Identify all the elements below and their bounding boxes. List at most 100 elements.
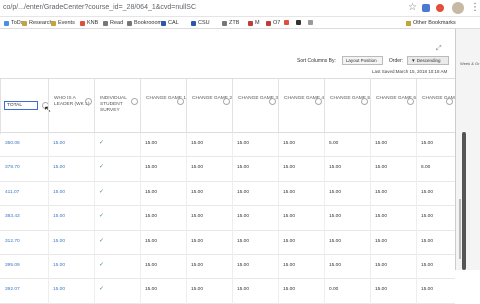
column-header[interactable]: CHANGE GAME 7 bbox=[416, 79, 462, 134]
grade-cell[interactable]: 15.00 bbox=[421, 190, 433, 195]
check-icon[interactable]: ✓ bbox=[99, 261, 104, 268]
bookmark-item[interactable] bbox=[308, 20, 315, 25]
grade-cell[interactable]: 15.00 bbox=[237, 239, 249, 244]
bookmark-item[interactable]: ZTB bbox=[222, 20, 239, 26]
star-icon[interactable]: ☆ bbox=[408, 2, 417, 13]
grade-cell[interactable]: 15.00 bbox=[237, 287, 249, 292]
column-menu-icon[interactable] bbox=[361, 98, 368, 105]
bookmark-item[interactable]: O7 bbox=[266, 20, 280, 26]
grade-cell[interactable]: 312.70 bbox=[5, 239, 20, 244]
bookmark-item[interactable]: Read bbox=[103, 20, 123, 26]
column-menu-icon[interactable] bbox=[223, 98, 230, 105]
grade-cell[interactable]: 15.00 bbox=[145, 165, 157, 170]
bookmark-item[interactable]: Events bbox=[51, 20, 75, 26]
column-menu-icon[interactable] bbox=[407, 98, 414, 105]
grade-cell[interactable]: 6.00 bbox=[421, 165, 430, 170]
grade-cell[interactable]: 15.00 bbox=[145, 239, 157, 244]
grade-cell[interactable]: 15.00 bbox=[191, 239, 203, 244]
grade-cell[interactable]: 15.00 bbox=[283, 287, 295, 292]
grade-cell[interactable]: 15.00 bbox=[421, 141, 433, 146]
menu-icon[interactable]: ⋮ bbox=[470, 2, 480, 13]
grade-cell[interactable]: 15.00 bbox=[191, 190, 203, 195]
grade-cell[interactable]: 15.00 bbox=[283, 190, 295, 195]
grade-cell[interactable]: 15.00 bbox=[191, 214, 203, 219]
grade-cell[interactable]: 15.00 bbox=[421, 214, 433, 219]
grade-cell[interactable]: 15.00 bbox=[375, 214, 387, 219]
grade-cell[interactable]: 15.00 bbox=[237, 165, 249, 170]
grade-cell[interactable]: 15.00 bbox=[53, 190, 65, 195]
extension2-icon[interactable] bbox=[436, 4, 444, 12]
column-menu-icon[interactable] bbox=[446, 98, 453, 105]
vertical-scrollbar[interactable] bbox=[462, 132, 466, 270]
check-icon[interactable]: ✓ bbox=[99, 237, 104, 244]
extension-icon[interactable] bbox=[422, 4, 430, 12]
check-icon[interactable]: ✓ bbox=[99, 188, 104, 195]
grade-cell[interactable]: 411.07 bbox=[5, 190, 19, 195]
column-header[interactable]: CHANGE GAME 2 bbox=[186, 79, 232, 134]
grade-cell[interactable]: 15.00 bbox=[53, 239, 65, 244]
grade-cell[interactable]: 15.00 bbox=[375, 287, 387, 292]
grade-cell[interactable]: 15.00 bbox=[53, 165, 65, 170]
grade-cell[interactable]: 15.00 bbox=[191, 141, 203, 146]
grade-cell[interactable]: 15.00 bbox=[375, 165, 387, 170]
grade-cell[interactable]: 395.09 bbox=[5, 263, 20, 268]
grade-cell[interactable]: 15.00 bbox=[145, 214, 157, 219]
bookmark-item[interactable] bbox=[296, 20, 303, 25]
order-select[interactable]: ▼ Descending bbox=[407, 56, 450, 65]
column-menu-icon[interactable] bbox=[177, 98, 184, 105]
grade-cell[interactable]: 15.00 bbox=[237, 190, 249, 195]
column-header[interactable]: CHANGE GAME 1 bbox=[140, 79, 186, 134]
grade-cell[interactable]: 15.00 bbox=[283, 165, 295, 170]
grade-cell[interactable]: 15.00 bbox=[191, 287, 203, 292]
grade-cell[interactable]: 15.00 bbox=[421, 287, 433, 292]
grade-cell[interactable]: 15.00 bbox=[283, 141, 295, 146]
column-header[interactable]: CHANGE GAME 4 bbox=[278, 79, 324, 134]
bookmark-item[interactable]: CSU bbox=[191, 20, 210, 26]
grade-cell[interactable]: 15.00 bbox=[53, 214, 65, 219]
grade-cell[interactable]: 15.00 bbox=[375, 263, 387, 268]
bookmark-item[interactable]: CAL bbox=[161, 20, 179, 26]
column-menu-icon[interactable] bbox=[315, 98, 322, 105]
grade-cell[interactable]: 15.00 bbox=[329, 239, 341, 244]
address-bar[interactable]: co/p/.../enter/GradeCenter?course_id=_28… bbox=[0, 0, 480, 17]
grade-cell[interactable]: 15.00 bbox=[329, 190, 341, 195]
grade-cell[interactable]: 15.00 bbox=[375, 141, 387, 146]
bookmark-item[interactable]: ToDs bbox=[4, 20, 24, 26]
grade-cell[interactable]: 378.70 bbox=[5, 165, 20, 170]
grade-cell[interactable]: 15.00 bbox=[375, 190, 387, 195]
grade-cell[interactable]: 15.00 bbox=[329, 263, 341, 268]
check-icon[interactable]: ✓ bbox=[99, 285, 104, 292]
column-header[interactable]: CHANGE GAME 5 bbox=[324, 79, 370, 134]
grade-cell[interactable]: 15.00 bbox=[329, 214, 341, 219]
grade-cell[interactable]: 15.00 bbox=[237, 263, 249, 268]
grade-cell[interactable]: 15.00 bbox=[283, 239, 295, 244]
grade-cell[interactable]: 15.00 bbox=[53, 287, 65, 292]
grade-cell[interactable]: 15.00 bbox=[191, 165, 203, 170]
grade-cell[interactable]: 15.00 bbox=[145, 141, 157, 146]
bookmark-item[interactable]: M bbox=[248, 20, 260, 26]
column-header[interactable]: WHO IS A LEADER (WK 1) bbox=[48, 79, 94, 134]
grade-cell[interactable]: 0.00 bbox=[329, 287, 338, 292]
grade-cell[interactable]: 15.00 bbox=[329, 165, 341, 170]
grade-cell[interactable]: 15.00 bbox=[53, 141, 65, 146]
grade-cell[interactable]: 15.00 bbox=[283, 263, 295, 268]
url-text[interactable]: co/p/.../enter/GradeCenter?course_id=_28… bbox=[3, 4, 196, 11]
grade-cell[interactable]: 350.06 bbox=[5, 141, 20, 146]
grade-cell[interactable]: 15.00 bbox=[421, 239, 433, 244]
column-menu-icon[interactable] bbox=[269, 98, 276, 105]
check-icon[interactable]: ✓ bbox=[99, 212, 104, 219]
grade-cell[interactable]: 15.00 bbox=[237, 214, 249, 219]
other-bookmarks[interactable]: Other Bookmarks bbox=[406, 20, 456, 26]
bookmark-item[interactable] bbox=[284, 20, 291, 25]
column-header[interactable]: TOTAL ↖ bbox=[0, 79, 52, 134]
check-icon[interactable]: ✓ bbox=[99, 163, 104, 170]
column-menu-icon[interactable] bbox=[131, 98, 138, 105]
column-header[interactable]: CHANGE GAME 3 bbox=[232, 79, 278, 134]
check-icon[interactable]: ✓ bbox=[99, 139, 104, 146]
expand-icon[interactable]: ⤢ bbox=[436, 45, 442, 53]
grade-cell[interactable]: 5.00 bbox=[329, 141, 338, 146]
grade-cell[interactable]: 15.00 bbox=[145, 263, 157, 268]
grade-cell[interactable]: 15.00 bbox=[145, 287, 157, 292]
grade-cell[interactable]: 383.43 bbox=[5, 214, 20, 219]
grade-cell[interactable]: 15.00 bbox=[237, 141, 249, 146]
